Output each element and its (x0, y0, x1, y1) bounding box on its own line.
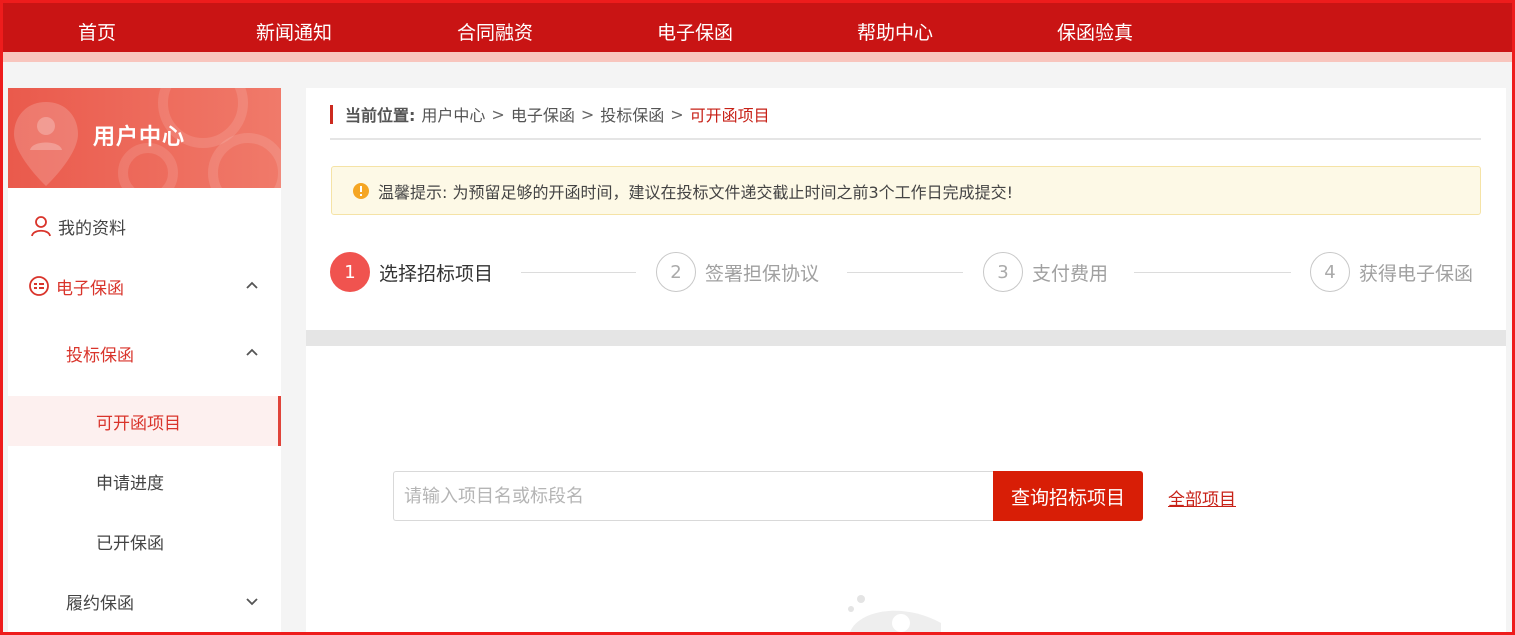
sidebar-item-label: 申请进度 (96, 473, 164, 494)
sidebar: 用户中心 我的资料 电子保函 投标保函 可开函项目 申请进度 已开保函 履约保函 (8, 88, 281, 635)
sidebar-item-label: 已开保函 (96, 533, 164, 554)
chevron-up-icon (246, 348, 258, 356)
step-label: 支付费用 (1032, 262, 1109, 285)
nav-item-home[interactable]: 首页 (78, 0, 116, 52)
chevron-up-icon (246, 281, 258, 289)
chevron-down-icon (246, 598, 258, 606)
breadcrumb-separator: > (580, 104, 595, 124)
breadcrumb-current: 可开函项目 (689, 106, 770, 125)
breadcrumb-e-guarantee[interactable]: 电子保函 (511, 102, 575, 126)
nav-item-e-guarantee[interactable]: 电子保函 (657, 0, 733, 52)
step-number: 2 (656, 252, 696, 292)
main-panel: 当前位置: 用户中心 > 电子保函 > 投标保函 > 可开函项目 温馨提示: 为… (306, 88, 1506, 635)
step-2: 2 签署担保协议 (656, 251, 819, 293)
active-indicator (278, 396, 281, 446)
user-location-pin-icon (14, 102, 78, 186)
search-input[interactable] (393, 471, 993, 521)
nav-item-news[interactable]: 新闻通知 (256, 0, 332, 52)
section-separator (306, 330, 1506, 346)
step-3: 3 支付费用 (983, 251, 1108, 293)
breadcrumb: 当前位置: 用户中心 > 电子保函 > 投标保函 > 可开函项目 (330, 103, 770, 125)
step-label: 签署担保协议 (705, 262, 820, 285)
sidebar-item-profile[interactable]: 我的资料 (8, 201, 281, 251)
nav-item-help-center[interactable]: 帮助中心 (857, 0, 933, 52)
step-number: 1 (330, 252, 370, 292)
sidebar-item-available-projects[interactable]: 可开函项目 (8, 396, 281, 446)
notice-banner: 温馨提示: 为预留足够的开函时间，建议在投标文件递交截止时间之前3个工作日完成提… (331, 166, 1481, 215)
user-icon (31, 216, 51, 237)
sidebar-item-issued[interactable]: 已开保函 (8, 516, 281, 566)
warning-icon (353, 182, 369, 199)
step-connector (521, 272, 636, 273)
breadcrumb-label: 当前位置: (345, 106, 416, 125)
step-number: 4 (1310, 252, 1350, 292)
nav-underline-strip (0, 52, 1515, 62)
sidebar-item-performance-guarantee[interactable]: 履约保函 (8, 576, 281, 626)
empty-state-illustration-icon (848, 595, 941, 635)
nav-item-guarantee-verify[interactable]: 保函验真 (1057, 0, 1133, 52)
sidebar-item-progress[interactable]: 申请进度 (8, 456, 281, 506)
step-connector (1134, 272, 1291, 273)
step-label: 获得电子保函 (1359, 262, 1474, 285)
sidebar-item-label: 电子保函 (56, 278, 124, 299)
step-1: 1 选择招标项目 (330, 251, 493, 293)
sidebar-header: 用户中心 (8, 88, 281, 188)
top-nav: 首页 新闻通知 合同融资 电子保函 帮助中心 保函验真 (0, 0, 1515, 52)
sidebar-item-label: 履约保函 (66, 593, 134, 614)
all-projects-link[interactable]: 全部项目 (1168, 485, 1236, 510)
breadcrumb-bid-guarantee[interactable]: 投标保函 (600, 102, 664, 126)
step-number: 3 (983, 252, 1023, 292)
guarantee-icon (29, 276, 49, 296)
breadcrumb-separator: > (670, 104, 684, 124)
breadcrumb-separator: > (491, 104, 505, 124)
sidebar-item-bid-guarantee[interactable]: 投标保函 (8, 328, 281, 378)
nav-item-contract-financing[interactable]: 合同融资 (457, 0, 533, 52)
sidebar-item-label: 我的资料 (58, 218, 126, 239)
sidebar-item-label: 投标保函 (66, 345, 134, 366)
breadcrumb-user-center[interactable]: 用户中心 (421, 102, 485, 126)
search-projects-button[interactable]: 查询招标项目 (993, 471, 1143, 521)
breadcrumb-marker (330, 104, 333, 124)
step-label: 选择招标项目 (379, 262, 494, 285)
notice-text: 温馨提示: 为预留足够的开函时间，建议在投标文件递交截止时间之前3个工作日完成提… (378, 182, 1014, 202)
sidebar-title: 用户中心 (93, 125, 186, 150)
step-4: 4 获得电子保函 (1310, 251, 1473, 293)
sidebar-item-label: 可开函项目 (96, 413, 181, 434)
step-connector (847, 272, 963, 273)
sidebar-item-e-guarantee[interactable]: 电子保函 (8, 261, 281, 311)
breadcrumb-divider (330, 138, 1481, 140)
